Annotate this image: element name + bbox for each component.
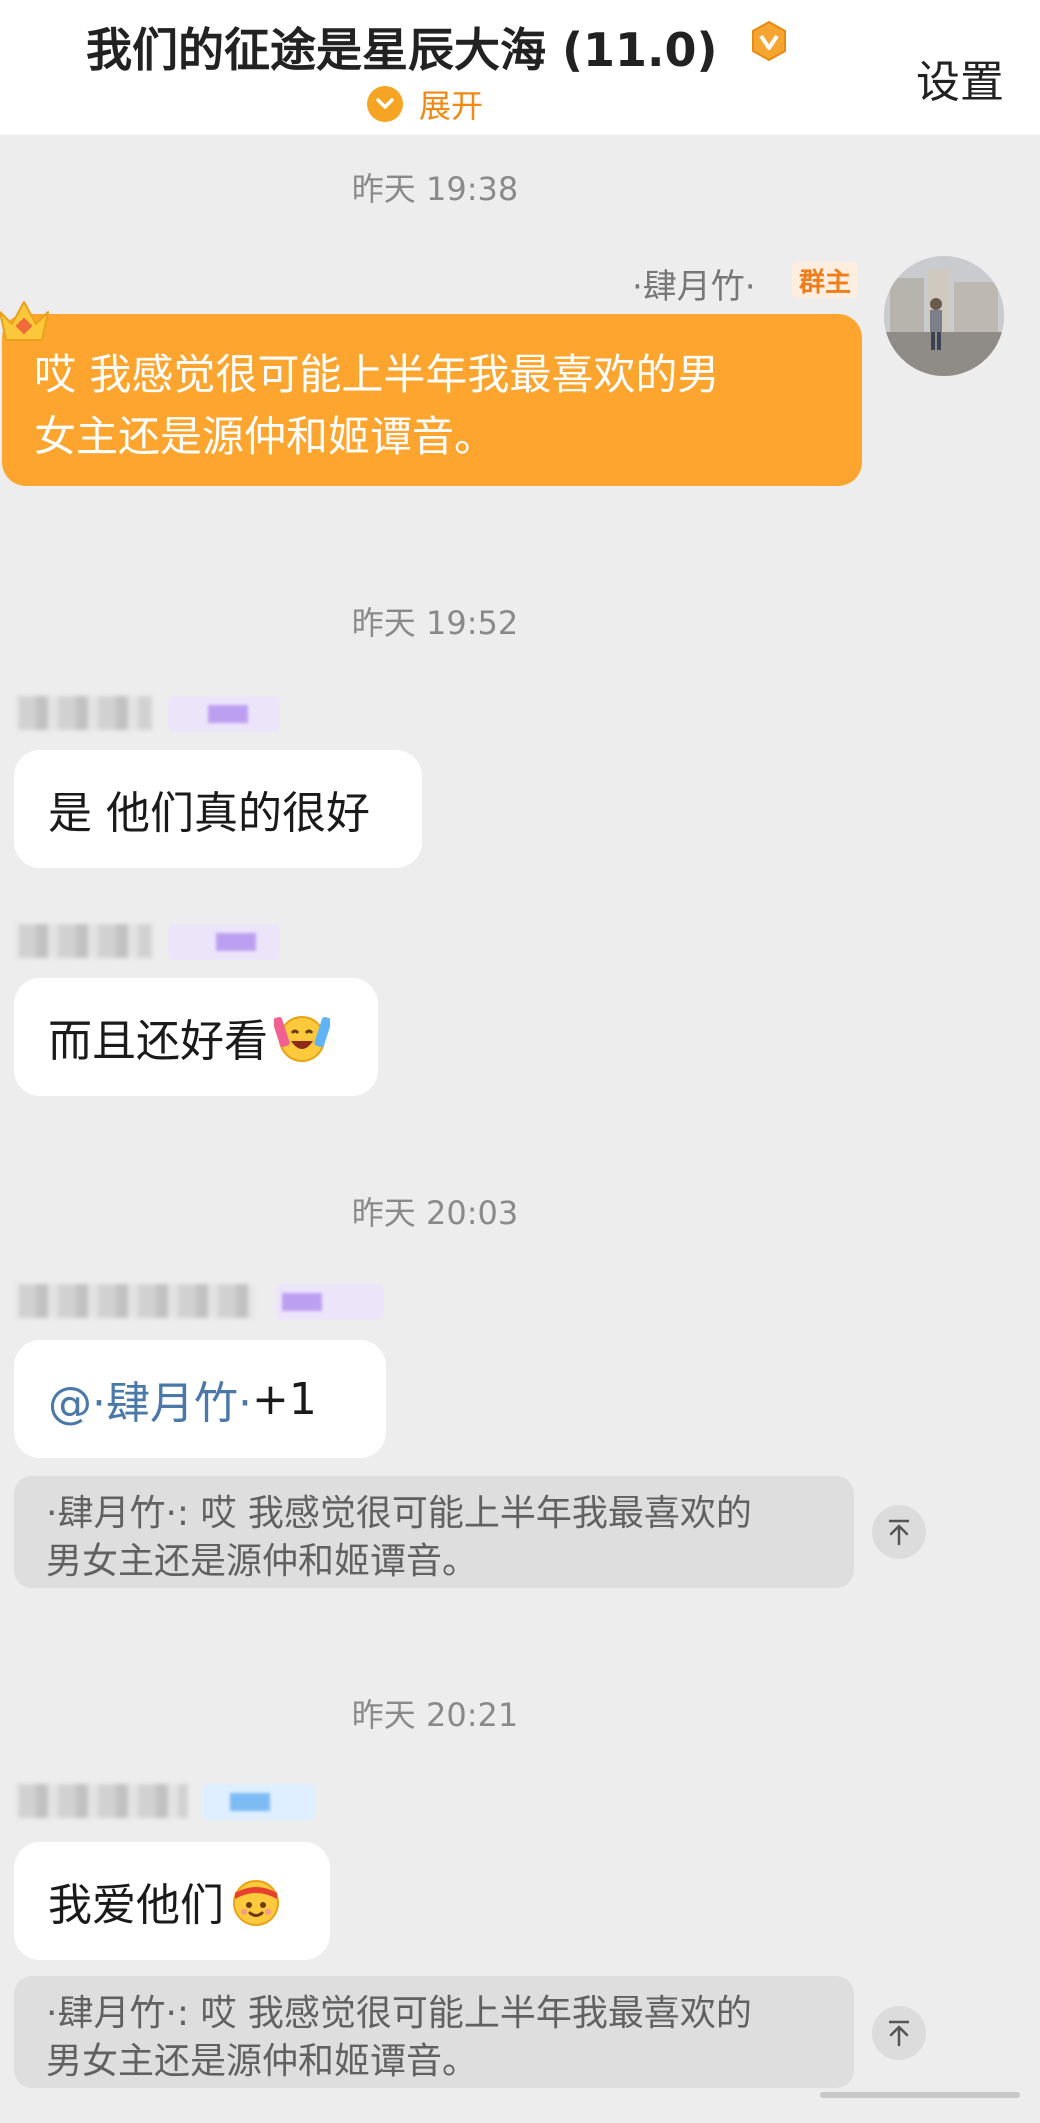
home-indicator — [820, 2092, 1020, 2098]
message-text: 我爱他们 — [48, 1880, 224, 1931]
jump-to-quote-button[interactable] — [872, 1505, 926, 1559]
jump-to-quote-button[interactable] — [872, 2006, 926, 2060]
owner-badge: 群主 — [792, 262, 858, 298]
member-badge — [276, 1284, 384, 1320]
message-text-line: 女主还是源仲和姬谭音。 — [34, 412, 497, 461]
expand-toggle[interactable]: 展开 — [367, 84, 484, 125]
arrow-up-icon — [889, 1519, 909, 1546]
member-badge — [168, 924, 280, 960]
sender-name-blurred — [18, 924, 152, 958]
quoted-message[interactable]: ·肆月竹·: 哎 我感觉很可能上半年我最喜欢的 男女主还是源仲和姬谭音。 — [14, 1476, 854, 1588]
sender-name[interactable]: ·肆月竹· — [632, 259, 756, 308]
chat-header: 我们的征途是星辰大海 (11.0) 展开 设置 — [0, 0, 1040, 135]
message-bubble[interactable]: 而且还好看 — [14, 978, 378, 1096]
message-bubble[interactable]: @·肆月竹· +1 — [14, 1340, 386, 1458]
message-text: 而且还好看 — [48, 1016, 268, 1067]
settings-button[interactable]: 设置 — [916, 46, 1004, 110]
mention-link[interactable]: @·肆月竹· — [48, 1367, 252, 1431]
quoted-message[interactable]: ·肆月竹·: 哎 我感觉很可能上半年我最喜欢的 男女主还是源仲和姬谭音。 — [14, 1976, 854, 2088]
message-text-line: 哎 我感觉很可能上半年我最喜欢的男 — [34, 350, 720, 399]
sender-name-blurred — [18, 1784, 188, 1818]
timestamp: 昨天 19:38 — [351, 170, 519, 208]
group-title[interactable]: 我们的征途是星辰大海 (11.0) — [86, 14, 718, 80]
avatar[interactable] — [884, 256, 1004, 376]
verified-badge-icon — [752, 20, 786, 62]
timestamp: 昨天 20:03 — [351, 1194, 519, 1232]
quote-text-line: 男女主还是源仲和姬谭音。 — [46, 2041, 479, 2082]
laughing-cheering-emoji — [274, 1016, 330, 1062]
message-text: 是 他们真的很好 — [48, 788, 370, 839]
message-text: +1 — [251, 1373, 317, 1425]
quote-text-line: ·肆月竹·: 哎 我感觉很可能上半年我最喜欢的 — [46, 1993, 752, 2034]
quote-text-line: 男女主还是源仲和姬谭音。 — [46, 1541, 479, 1582]
message-bubble[interactable]: 我爱他们 — [14, 1842, 330, 1960]
sender-name-blurred — [18, 1284, 254, 1318]
headband-cheer-emoji — [233, 1880, 279, 1926]
member-badge — [168, 696, 280, 732]
timestamp: 昨天 20:21 — [351, 1696, 519, 1734]
chevron-down-icon — [367, 86, 403, 122]
quote-text-line: ·肆月竹·: 哎 我感觉很可能上半年我最喜欢的 — [46, 1493, 752, 1534]
arrow-up-icon — [889, 2020, 909, 2047]
message-bubble-owner[interactable]: 哎 我感觉很可能上半年我最喜欢的男 女主还是源仲和姬谭音。 — [2, 314, 862, 486]
crown-icon — [0, 301, 49, 341]
timestamp: 昨天 19:52 — [351, 604, 519, 642]
member-badge — [202, 1784, 316, 1820]
sender-name-blurred — [18, 696, 152, 730]
expand-label: 展开 — [419, 87, 484, 125]
message-bubble[interactable]: 是 他们真的很好 — [14, 750, 422, 868]
